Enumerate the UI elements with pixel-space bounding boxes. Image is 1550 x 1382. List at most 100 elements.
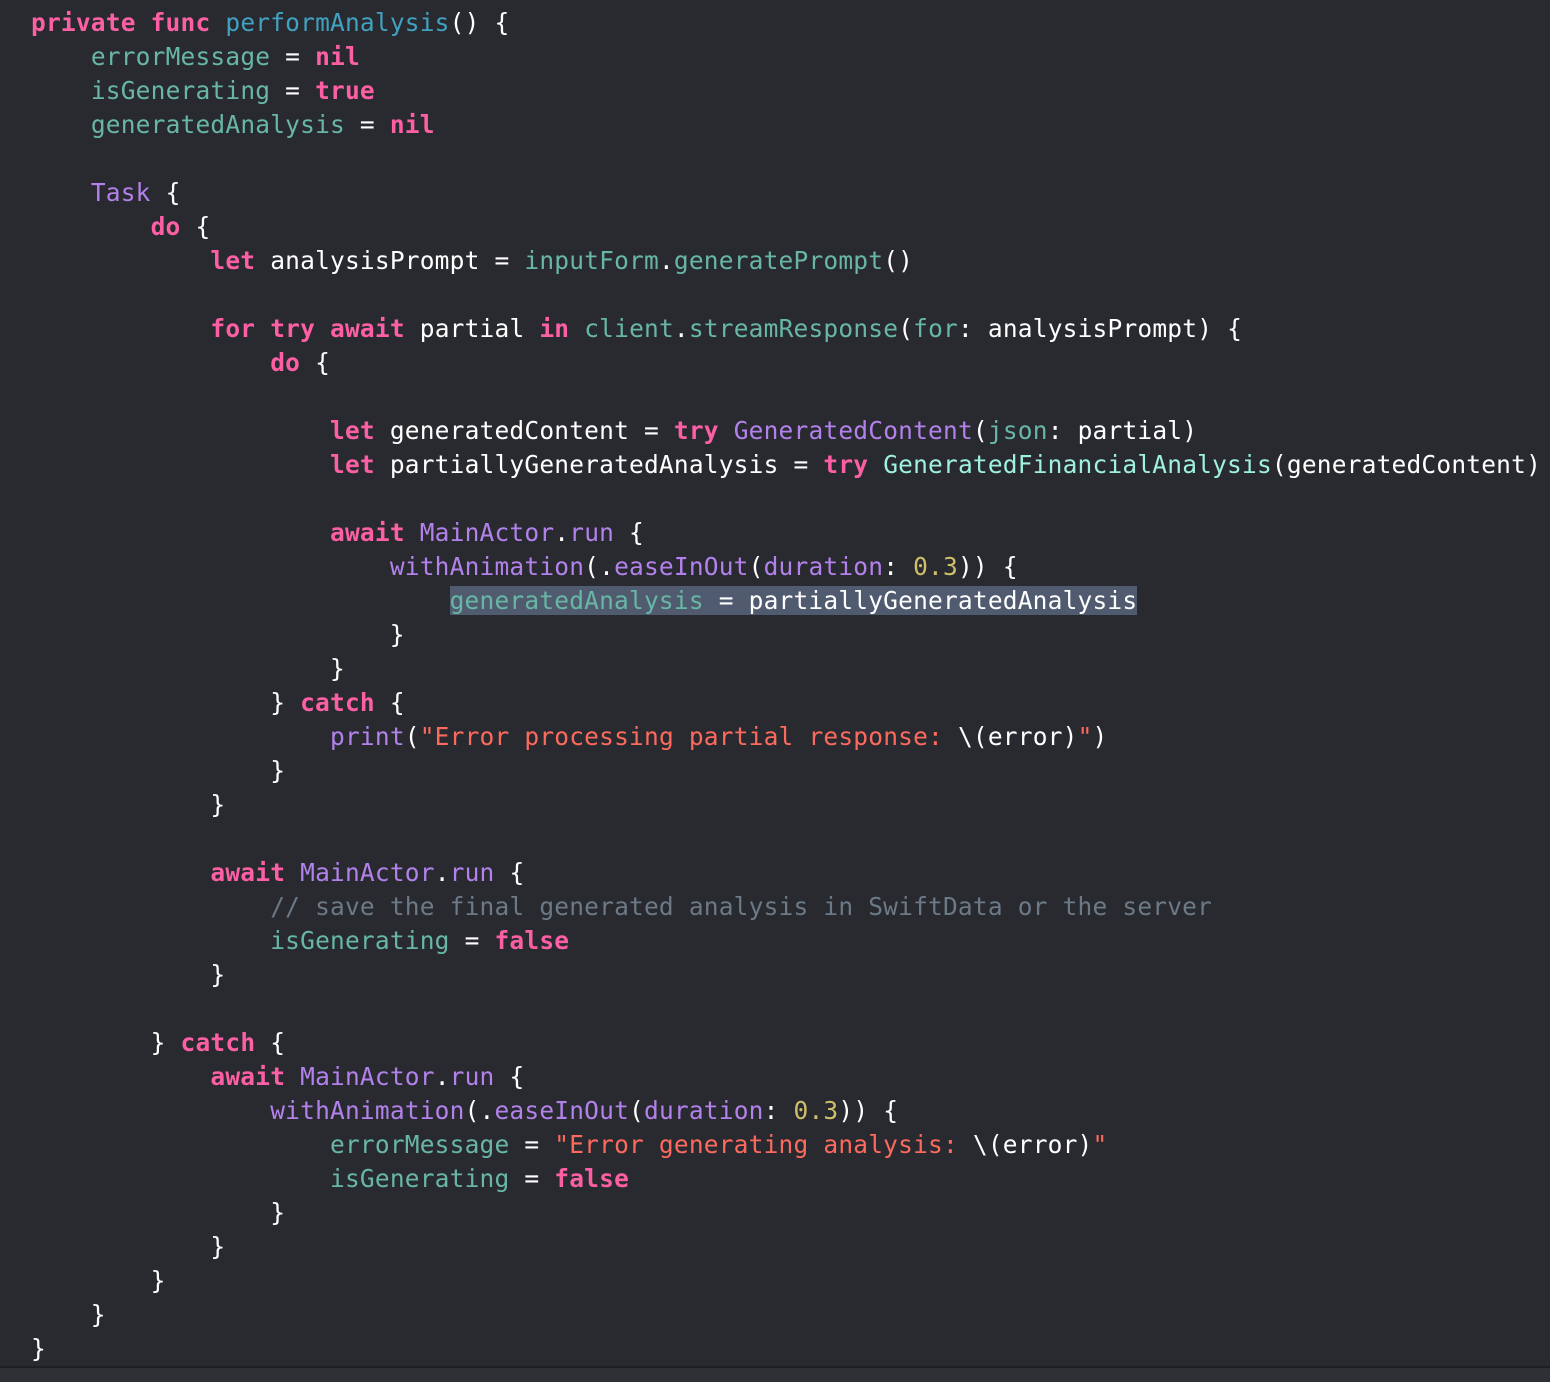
- code-line[interactable]: await MainActor.run {: [31, 856, 1541, 890]
- keyword-token: nil: [389, 110, 435, 139]
- code-line[interactable]: await MainActor.run {: [31, 1060, 1541, 1094]
- code-listing[interactable]: private func performAnalysis() { errorMe…: [31, 6, 1541, 1366]
- plain-token: analysisPrompt =: [255, 246, 525, 275]
- keyword-token: try: [673, 416, 719, 445]
- code-line[interactable]: withAnimation(.easeInOut(duration: 0.3))…: [31, 550, 1541, 584]
- code-line[interactable]: await MainActor.run {: [31, 516, 1541, 550]
- symbol-token: errorMessage: [90, 42, 271, 71]
- code-line[interactable]: withAnimation(.easeInOut(duration: 0.3))…: [31, 1094, 1541, 1128]
- keyword-token: func: [150, 8, 211, 37]
- code-line[interactable]: errorMessage = "Error generating analysi…: [31, 1128, 1541, 1162]
- code-line[interactable]: }: [31, 1332, 1541, 1366]
- code-line[interactable]: } catch {: [31, 1026, 1541, 1060]
- code-line[interactable]: Task {: [31, 176, 1541, 210]
- plain-token: }: [31, 688, 301, 717]
- symbol-token: withAnimation: [270, 1096, 465, 1125]
- code-line[interactable]: let generatedContent = try GeneratedCont…: [31, 414, 1541, 448]
- symbol-token: errorMessage: [330, 1130, 510, 1159]
- symbol-token: duration: [644, 1096, 764, 1125]
- keyword-token: do: [270, 348, 301, 377]
- code-line[interactable]: let partiallyGeneratedAnalysis = try Gen…: [31, 448, 1541, 482]
- plain-token: (: [898, 314, 914, 343]
- code-line[interactable]: [31, 992, 1541, 1026]
- code-line[interactable]: do {: [31, 346, 1541, 380]
- plain-token: }: [31, 1300, 106, 1329]
- code-line[interactable]: // save the final generated analysis in …: [31, 890, 1541, 924]
- plain-token: : partial): [1047, 416, 1198, 445]
- code-line[interactable]: errorMessage = nil: [31, 40, 1541, 74]
- code-line[interactable]: generatedAnalysis = nil: [31, 108, 1541, 142]
- symbol-token: run: [449, 1062, 495, 1091]
- code-line[interactable]: }: [31, 754, 1541, 788]
- code-line[interactable]: isGenerating = false: [31, 924, 1541, 958]
- keyword-token: try: [270, 314, 316, 343]
- code-line[interactable]: do {: [31, 210, 1541, 244]
- code-line[interactable]: }: [31, 788, 1541, 822]
- keyword-token: catch: [300, 688, 375, 717]
- code-line[interactable]: }: [31, 1196, 1541, 1230]
- plain-token: }: [31, 620, 405, 649]
- plain-token: .: [434, 858, 450, 887]
- code-line[interactable]: }: [31, 958, 1541, 992]
- code-line[interactable]: [31, 278, 1541, 312]
- code-line[interactable]: [31, 142, 1541, 176]
- code-line[interactable]: print("Error processing partial response…: [31, 720, 1541, 754]
- symbol-token: GeneratedContent: [733, 416, 973, 445]
- keyword-token: let: [330, 450, 375, 479]
- code-editor[interactable]: private func performAnalysis() { errorMe…: [0, 0, 1550, 1366]
- plain-token: .: [658, 246, 674, 275]
- code-line[interactable]: isGenerating = true: [31, 74, 1541, 108]
- plain-token: =: [509, 1164, 555, 1193]
- selected-text-highlight[interactable]: generatedAnalysis = partiallyGeneratedAn…: [449, 586, 1138, 615]
- code-line[interactable]: }: [31, 618, 1541, 652]
- code-line[interactable]: }: [31, 1264, 1541, 1298]
- symbol-token: MainActor: [300, 1062, 435, 1091]
- code-line[interactable]: [31, 380, 1541, 414]
- comment-token: // save the final generated analysis in …: [270, 892, 1213, 921]
- plain-token: =: [344, 110, 390, 139]
- string-token: "Error processing partial response:: [419, 722, 958, 751]
- plain-token: }: [31, 1334, 46, 1363]
- keyword-token: try: [823, 450, 869, 479]
- code-line[interactable]: } catch {: [31, 686, 1541, 720]
- symbol-token: easeInOut: [614, 552, 749, 581]
- plain-token: }: [31, 1198, 286, 1227]
- code-line[interactable]: private func performAnalysis() {: [31, 6, 1541, 40]
- code-line[interactable]: isGenerating = false: [31, 1162, 1541, 1196]
- number-token: 0.3: [793, 1096, 839, 1125]
- symbol-token: run: [569, 518, 615, 547]
- plain-token: (): [883, 246, 914, 275]
- code-line[interactable]: let analysisPrompt = inputForm.generateP…: [31, 244, 1541, 278]
- keyword-token: let: [330, 416, 375, 445]
- code-line[interactable]: for try await partial in client.streamRe…: [31, 312, 1541, 346]
- code-line[interactable]: generatedAnalysis = partiallyGeneratedAn…: [31, 584, 1541, 618]
- keyword-token: false: [554, 1164, 630, 1193]
- plain-token: {: [494, 1062, 525, 1091]
- keyword-token: catch: [180, 1028, 256, 1057]
- number-token: 0.3: [913, 552, 958, 581]
- keyword-token: false: [494, 926, 570, 955]
- code-line[interactable]: }: [31, 1230, 1541, 1264]
- code-line[interactable]: [31, 482, 1541, 516]
- plain-token: =: [270, 42, 316, 71]
- code-line[interactable]: }: [31, 1298, 1541, 1332]
- plain-token: (.: [464, 1096, 495, 1125]
- plain-token: ): [1092, 722, 1108, 751]
- code-line[interactable]: [31, 822, 1541, 856]
- symbol-token: duration: [763, 552, 884, 581]
- plain-token: = partiallyGeneratedAnalysis: [703, 586, 1138, 615]
- keyword-token: await: [330, 518, 405, 547]
- code-line[interactable]: }: [31, 652, 1541, 686]
- symbol-token: for: [913, 314, 958, 343]
